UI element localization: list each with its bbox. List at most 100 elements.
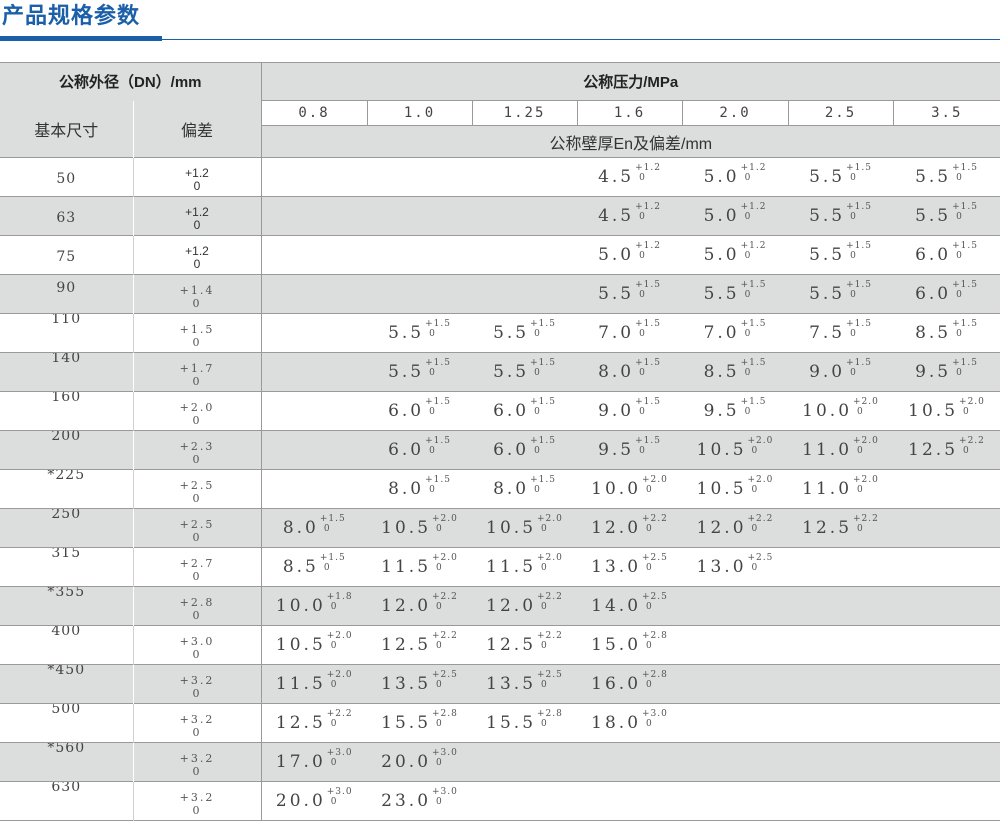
tolerance-upper: +2.8 xyxy=(642,670,668,680)
basic-size-cell: 63 xyxy=(0,196,134,236)
tolerance-lower: 0 xyxy=(850,173,857,183)
wall-thickness-tolerance: +1.5 0 xyxy=(741,358,767,378)
tolerance-upper: +1.5 xyxy=(846,280,872,290)
wall-thickness-nominal: 7.0 xyxy=(598,323,635,343)
wall-thickness-tolerance: +1.5 0 xyxy=(846,202,872,222)
tolerance-lower: 0 xyxy=(541,641,548,651)
wall-thickness-nominal: 6.0 xyxy=(388,440,425,460)
tolerance-upper: +2.8 xyxy=(537,709,563,719)
tolerance-lower: 0 xyxy=(646,641,653,651)
wall-thickness-cell xyxy=(261,430,368,470)
wall-thickness-nominal: 20.0 xyxy=(381,752,432,772)
wall-thickness-value: 9.5 +1.5 0 xyxy=(598,436,661,460)
tolerance-lower: 0 xyxy=(857,407,864,417)
deviation-upper: +2.7 xyxy=(179,556,215,570)
wall-thickness-tolerance: +1.5 0 xyxy=(425,358,451,378)
wall-thickness-cell: 15.5 +2.8 0 xyxy=(367,704,472,743)
tolerance-upper: +2.2 xyxy=(432,631,458,641)
tolerance-lower: 0 xyxy=(956,212,963,222)
table-row: 75 +1.2 0 5.0 +1.2 0 5.0 +1.2 0 5.5 +1.5 0 6.0 +1.5 0 xyxy=(0,235,1000,275)
tolerance-upper: +2.0 xyxy=(853,475,879,485)
wall-thickness-value: 10.5 +2.0 0 xyxy=(486,514,563,538)
tolerance-lower: 0 xyxy=(744,173,752,183)
wall-thickness-tolerance: +2.8 0 xyxy=(642,631,668,651)
wall-thickness-value: 8.5 +1.5 0 xyxy=(704,358,767,382)
table-row: 63 +1.2 0 4.5 +1.2 0 5.0 +1.2 0 5.5 +1.5 0 5.5 +1.5 0 xyxy=(0,196,1000,236)
tolerance-lower: 0 xyxy=(436,524,443,534)
tolerance-upper: +1.5 xyxy=(635,319,661,329)
pressure-header-cell: 0.8 xyxy=(261,100,368,126)
wall-thickness-tolerance: +2.5 0 xyxy=(537,670,563,690)
wall-thickness-cell xyxy=(682,742,789,782)
wall-thickness-cell: 8.0 +1.5 0 xyxy=(367,470,472,509)
tolerance-upper: +1.5 xyxy=(952,280,978,290)
wall-thickness-nominal: 10.0 xyxy=(591,479,642,499)
tolerance-upper: +1.2 xyxy=(740,241,767,251)
wall-thickness-value: 12.0 +2.2 0 xyxy=(381,592,458,616)
basic-size-value: *560 xyxy=(47,742,86,756)
deviation-value: +2.5 0 xyxy=(180,518,215,544)
tolerance-lower: 0 xyxy=(956,290,963,300)
wall-thickness-cell: 6.0 +1.5 0 xyxy=(472,430,578,470)
tolerance-lower: 0 xyxy=(850,368,857,378)
tolerance-upper: +1.5 xyxy=(530,436,556,446)
wall-thickness-tolerance: +1.5 0 xyxy=(741,319,767,339)
wall-thickness-cell xyxy=(893,782,1000,821)
tolerance-upper: +1.5 xyxy=(846,241,872,251)
wall-thickness-cell: 12.5 +2.2 0 xyxy=(367,626,472,665)
deviation-cell: +1.5 0 xyxy=(133,313,262,353)
tolerance-lower: 0 xyxy=(436,641,443,651)
wall-thickness-tolerance: +2.0 0 xyxy=(537,514,563,534)
wall-thickness-nominal: 9.5 xyxy=(598,440,635,460)
tolerance-upper: +2.5 xyxy=(642,592,668,602)
wall-thickness-cell: 5.5 +1.5 0 xyxy=(788,158,893,197)
wall-thickness-tolerance: +2.0 0 xyxy=(853,475,879,495)
basic-size-cell: 110 xyxy=(0,313,134,353)
deviation-upper: +1.2 xyxy=(185,165,209,180)
tolerance-lower: 0 xyxy=(751,563,759,573)
wall-thickness-cell: 23.0 +3.0 0 xyxy=(367,782,472,821)
deviation-lower: 0 xyxy=(192,686,202,700)
tolerance-lower: 0 xyxy=(330,602,338,612)
tolerance-lower: 0 xyxy=(646,602,653,612)
wall-thickness-value: 11.5 +2.0 0 xyxy=(486,553,563,577)
wall-thickness-nominal: 13.5 xyxy=(486,674,537,694)
wall-thickness-tolerance: +1.5 0 xyxy=(846,241,872,261)
tolerance-lower: 0 xyxy=(646,680,653,690)
wall-thickness-cell: 10.5 +2.0 0 xyxy=(682,470,788,509)
wall-thickness-nominal: 8.5 xyxy=(282,557,319,577)
wall-thickness-tolerance: +1.5 0 xyxy=(530,475,556,495)
tolerance-lower: 0 xyxy=(857,485,864,495)
wall-thickness-value: 10.5 +2.0 0 xyxy=(908,397,985,421)
deviation-upper: +2.5 xyxy=(179,517,215,531)
wall-thickness-cell xyxy=(788,704,893,743)
wall-thickness-value: 16.0 +2.8 0 xyxy=(591,670,668,694)
table-row: 160 +2.0 0 6.0 +1.5 0 6.0 +1.5 0 9.0 +1.5 0 9.5 +1.5 0… xyxy=(0,391,1000,431)
wall-thickness-tolerance: +2.2 0 xyxy=(642,514,668,534)
wall-thickness-cell: 9.5 +1.5 0 xyxy=(893,352,1000,392)
wall-thickness-nominal: 12.5 xyxy=(275,713,326,733)
tolerance-upper: +3.0 xyxy=(326,787,353,797)
tolerance-lower: 0 xyxy=(963,446,970,456)
wall-thickness-tolerance: +1.5 0 xyxy=(635,358,661,378)
tolerance-upper: +1.5 xyxy=(425,397,451,407)
wall-thickness-value: 13.5 +2.5 0 xyxy=(486,670,563,694)
table-row: 500 +3.2 0 12.5 +2.2 0 15.5 +2.8 0 15.5 +2.8 0 18.0 +… xyxy=(0,703,1000,743)
wall-thickness-nominal: 9.0 xyxy=(598,401,635,421)
wall-thickness-cell xyxy=(261,158,367,197)
wall-thickness-cell: 5.5 +1.5 0 xyxy=(367,352,473,392)
tolerance-upper: +2.2 xyxy=(432,592,458,602)
tolerance-upper: +3.0 xyxy=(326,748,353,758)
wall-thickness-value: 12.5 +2.2 0 xyxy=(908,436,985,460)
tolerance-lower: 0 xyxy=(751,485,759,495)
wall-thickness-nominal: 5.0 xyxy=(703,206,740,226)
wall-thickness-cell: 4.5 +1.2 0 xyxy=(577,196,683,236)
deviation-lower: 0 xyxy=(192,803,202,817)
wall-thickness-value: 10.5 +2.0 0 xyxy=(697,475,774,499)
wall-thickness-tolerance: +1.5 0 xyxy=(530,319,556,339)
wall-thickness-nominal: 12.5 xyxy=(908,440,959,460)
tolerance-upper: +3.0 xyxy=(432,787,458,797)
wall-thickness-tolerance: +2.0 0 xyxy=(748,475,774,495)
wall-thickness-value: 10.5 +2.0 0 xyxy=(381,514,458,538)
wall-thickness-nominal: 10.5 xyxy=(381,518,432,538)
